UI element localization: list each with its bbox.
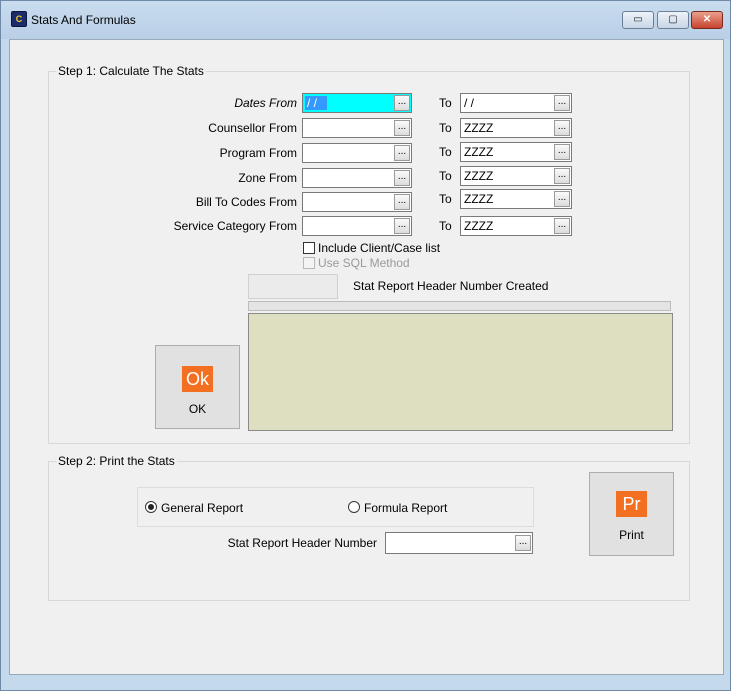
zone-to-lookup-button[interactable]: ... [554,168,570,184]
counsellor-to-field[interactable]: ZZZZ ... [460,118,572,138]
stats-window: C Stats And Formulas ▭ ▢ ✕ Step 1: Calcu… [0,0,731,691]
program-to-lookup-button[interactable]: ... [554,144,570,160]
dates-from-lookup-button[interactable]: ... [394,95,410,111]
program-from-label: Program From [219,146,297,160]
header-created-label: Stat Report Header Number Created [353,279,549,293]
use-sql-method-label: Use SQL Method [318,256,410,270]
maximize-button[interactable]: ▢ [657,11,689,29]
general-report-label[interactable]: General Report [161,501,243,515]
zone-to-field[interactable]: ZZZZ ... [460,166,572,186]
program-to-field[interactable]: ZZZZ ... [460,142,572,162]
dates-from-value: / / [305,96,328,110]
counsellor-from-label: Counsellor From [208,121,297,135]
close-button[interactable]: ✕ [691,11,723,29]
counsellor-to-lookup-button[interactable]: ... [554,120,570,136]
service-category-to-label: To [439,219,452,233]
output-memo[interactable] [248,313,673,431]
dates-to-value: / / [464,96,475,110]
service-category-from-label: Service Category From [173,219,297,233]
service-category-from-lookup-button[interactable]: ... [394,218,410,234]
header-number-field[interactable]: ... [385,532,533,554]
dates-from-label: Dates From [234,96,297,110]
bill-to-codes-to-label: To [439,192,452,206]
ok-icon: Ok [182,366,213,392]
include-client-case-checkbox[interactable] [303,242,315,254]
program-from-lookup-button[interactable]: ... [394,145,410,161]
bill-to-codes-to-lookup-button[interactable]: ... [554,191,570,207]
counsellor-from-field[interactable]: ... [302,118,412,138]
header-created-box [248,274,338,299]
ok-button-label: OK [188,402,207,416]
use-sql-method-checkbox [303,257,315,269]
formula-report-label[interactable]: Formula Report [364,501,447,515]
app-logo-icon: C [11,11,27,27]
bill-to-codes-from-label: Bill To Codes From [195,195,297,209]
dates-to-lookup-button[interactable]: ... [554,95,570,111]
step2-title: Step 2: Print the Stats [56,454,177,468]
title-bar[interactable]: C Stats And Formulas ▭ ▢ ✕ [1,1,730,39]
zone-from-field[interactable]: ... [302,168,412,188]
window-title: Stats And Formulas [31,13,136,27]
dates-from-field[interactable]: / / ... [302,93,412,113]
service-category-from-field[interactable]: ... [302,216,412,236]
bill-to-codes-from-field[interactable]: ... [302,192,412,212]
service-category-to-field[interactable]: ZZZZ ... [460,216,572,236]
include-client-case-label[interactable]: Include Client/Case list [318,241,440,255]
service-category-to-value: ZZZZ [464,219,494,233]
counsellor-from-lookup-button[interactable]: ... [394,120,410,136]
counsellor-to-value: ZZZZ [464,121,494,135]
formula-report-radio[interactable] [348,501,360,513]
zone-to-value: ZZZZ [464,169,494,183]
client-area: Step 1: Calculate The Stats Dates From /… [9,39,724,675]
bill-to-codes-to-field[interactable]: ZZZZ ... [460,189,572,209]
program-to-label: To [439,145,452,159]
ok-button[interactable]: Ok OK [155,345,240,429]
counsellor-to-label: To [439,121,452,135]
print-button-label: Print [619,528,644,542]
bill-to-codes-from-lookup-button[interactable]: ... [394,194,410,210]
print-button[interactable]: Pr Print [589,472,674,556]
program-to-value: ZZZZ [464,145,494,159]
service-category-to-lookup-button[interactable]: ... [554,218,570,234]
zone-to-label: To [439,169,452,183]
print-icon: Pr [616,491,647,517]
minimize-button[interactable]: ▭ [622,11,654,29]
progress-bar [248,301,671,311]
zone-from-label: Zone From [238,171,297,185]
header-number-lookup-button[interactable]: ... [515,535,531,551]
general-report-radio[interactable] [145,501,157,513]
program-from-field[interactable]: ... [302,143,412,163]
bill-to-codes-to-value: ZZZZ [464,192,494,206]
dates-to-field[interactable]: / / ... [460,93,572,113]
zone-from-lookup-button[interactable]: ... [394,170,410,186]
header-number-label: Stat Report Header Number [227,536,377,550]
dates-to-label: To [439,96,452,110]
step1-title: Step 1: Calculate The Stats [56,64,206,78]
